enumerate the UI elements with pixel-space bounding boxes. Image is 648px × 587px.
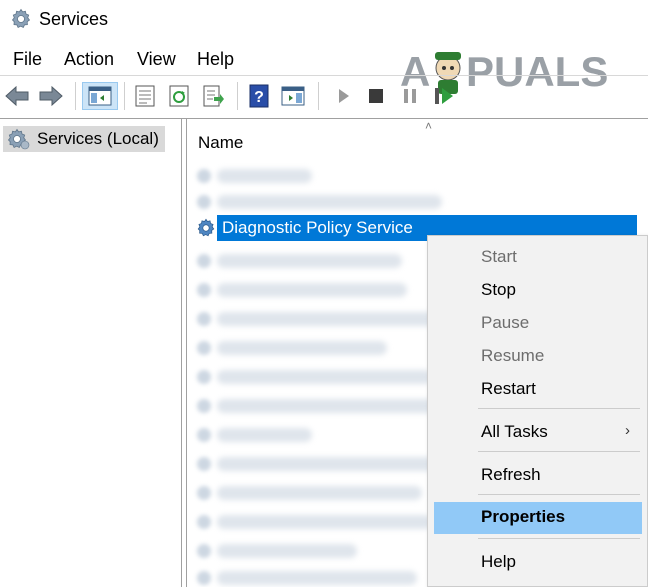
menu-item-restart[interactable]: Restart	[434, 374, 642, 406]
blurred-list-item	[217, 544, 357, 558]
menu-item-help[interactable]: Help	[434, 547, 642, 579]
window-title: Services	[39, 9, 109, 29]
restart-service-button[interactable]	[430, 82, 458, 110]
help-icon: ?	[249, 84, 269, 108]
menu-item-properties[interactable]: Properties	[434, 502, 642, 534]
menu-separator	[478, 451, 640, 452]
blurred-list-item	[217, 486, 422, 500]
blurred-list-item	[217, 428, 312, 442]
menu-file[interactable]: File	[13, 49, 42, 70]
sort-ascending-icon: ˄	[425, 119, 433, 133]
menu-item-all-tasks[interactable]: All Tasks ›	[434, 417, 642, 449]
back-arrow-icon	[5, 85, 29, 107]
blurred-service-icon	[197, 486, 211, 500]
blurred-list-item	[217, 254, 402, 268]
menu-separator	[478, 494, 640, 495]
menu-item-pause[interactable]: Pause	[434, 308, 642, 340]
start-service-button[interactable]	[329, 82, 357, 110]
help-toolbar-button[interactable]: ?	[245, 82, 273, 110]
blurred-service-icon	[197, 544, 211, 558]
blurred-list-item	[217, 341, 387, 355]
menu-separator	[478, 408, 640, 409]
console-tree-icon	[88, 86, 112, 106]
forward-arrow-icon	[39, 85, 63, 107]
blurred-service-icon	[197, 341, 211, 355]
title-bar: Services	[0, 0, 648, 42]
svg-text:?: ?	[254, 89, 264, 106]
show-action-pane-button[interactable]	[279, 82, 307, 110]
blurred-service-icon	[197, 370, 211, 384]
gear-icon	[11, 8, 31, 29]
blurred-service-icon	[197, 169, 211, 183]
menu-help[interactable]: Help	[197, 49, 234, 70]
menu-action[interactable]: Action	[64, 49, 114, 70]
properties-toolbar-button[interactable]	[131, 82, 159, 110]
menu-separator	[478, 538, 640, 539]
blurred-service-icon	[197, 195, 211, 209]
menu-item-refresh[interactable]: Refresh	[434, 460, 642, 492]
blurred-service-icon	[197, 457, 211, 471]
context-menu: Start Stop Pause Resume Restart All Task…	[427, 235, 648, 587]
blurred-list-item	[217, 195, 442, 209]
show-pane-icon	[281, 86, 305, 106]
back-button[interactable]	[3, 82, 31, 110]
stop-icon	[369, 89, 383, 103]
show-hide-console-tree-button[interactable]	[82, 82, 118, 110]
export-list-icon	[203, 85, 224, 107]
stop-service-button[interactable]	[362, 82, 390, 110]
menu-item-start[interactable]: Start	[434, 242, 642, 274]
blurred-service-icon	[197, 283, 211, 297]
blurred-list-item	[217, 571, 417, 585]
menu-item-all-tasks-label: All Tasks	[481, 422, 548, 441]
properties-icon	[135, 85, 155, 107]
play-icon	[339, 89, 349, 103]
blurred-list-item	[217, 370, 432, 384]
refresh-icon	[169, 85, 189, 107]
menu-view[interactable]: View	[137, 49, 176, 70]
blurred-service-icon	[197, 428, 211, 442]
blurred-list-item	[217, 515, 432, 529]
pause-service-button[interactable]	[396, 82, 424, 110]
blurred-service-icon	[197, 312, 211, 326]
blurred-list-item	[217, 457, 442, 471]
export-list-button[interactable]	[199, 82, 227, 110]
blurred-list-item	[217, 169, 312, 183]
blurred-service-icon	[197, 515, 211, 529]
blurred-service-icon	[197, 254, 211, 268]
tree-item-services-local[interactable]: Services (Local)	[3, 126, 165, 152]
resume-icon	[435, 88, 453, 104]
gear-icon	[7, 128, 30, 150]
gear-icon	[197, 218, 215, 237]
menu-item-resume[interactable]: Resume	[434, 341, 642, 373]
blurred-service-icon	[197, 571, 211, 585]
chevron-right-icon: ›	[625, 422, 630, 439]
tree-item-label: Services (Local)	[37, 129, 159, 148]
toolbar: ?	[0, 75, 648, 115]
forward-button[interactable]	[37, 82, 65, 110]
column-header-name[interactable]: Name	[198, 133, 243, 153]
blurred-list-item	[217, 283, 407, 297]
blurred-list-item	[217, 312, 442, 326]
refresh-toolbar-button[interactable]	[165, 82, 193, 110]
menu-item-stop[interactable]: Stop	[434, 275, 642, 307]
blurred-service-icon	[197, 399, 211, 413]
blurred-list-item	[217, 399, 442, 413]
console-tree-pane: Services (Local)	[0, 119, 182, 587]
pause-icon	[404, 89, 416, 103]
